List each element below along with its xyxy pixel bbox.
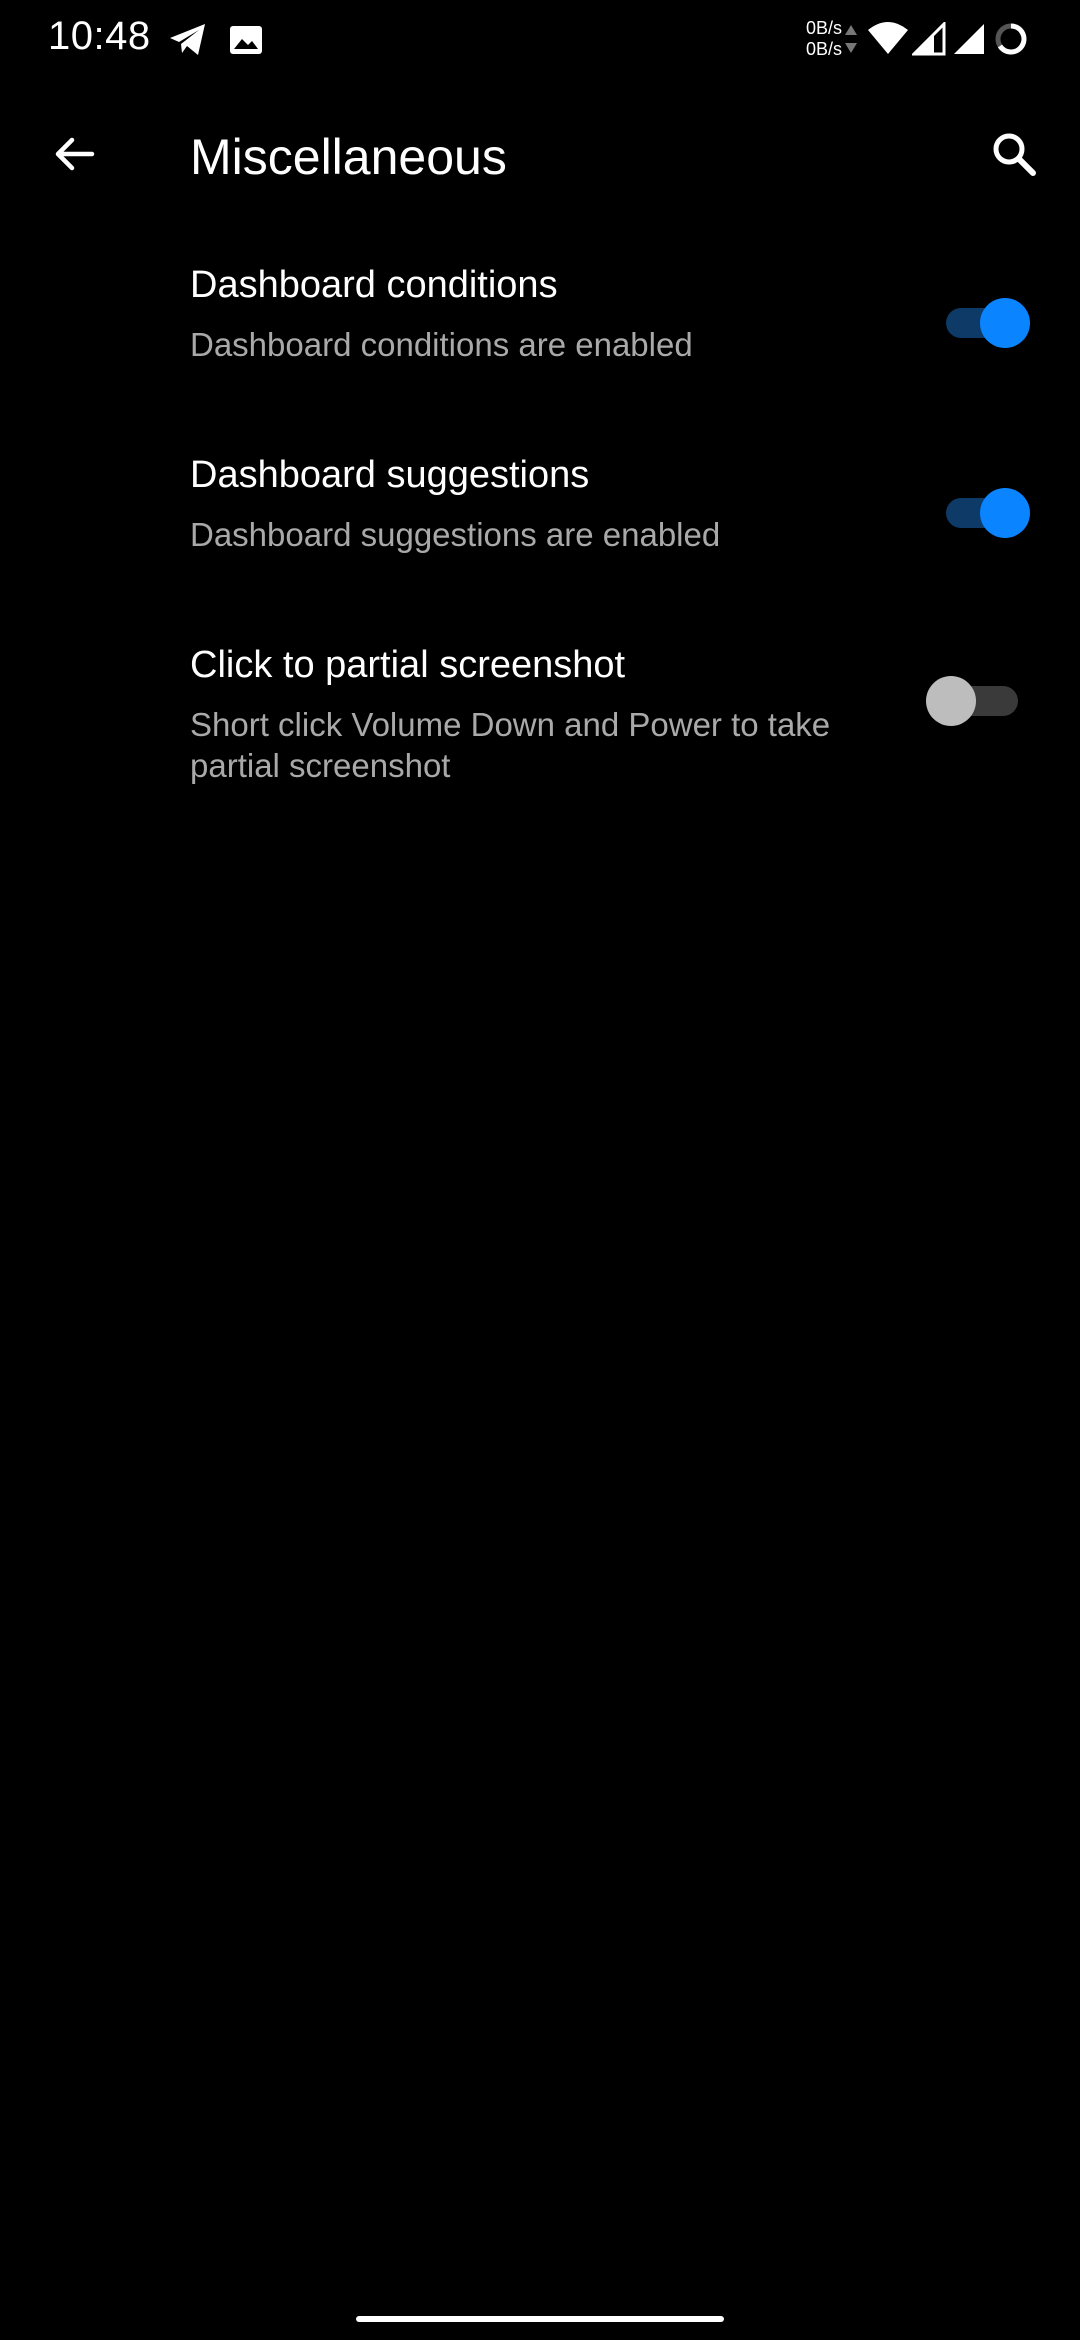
dashboard-suggestions-switch[interactable] <box>924 482 1032 542</box>
setting-summary: Dashboard suggestions are enabled <box>190 516 721 553</box>
switch-thumb <box>980 488 1030 538</box>
setting-partial-screenshot[interactable]: Click to partial screenshot Short click … <box>0 630 1080 830</box>
data-activity-icon <box>842 22 860 56</box>
settings-list: Dashboard conditions Dashboard condition… <box>0 250 1080 830</box>
telegram-icon <box>168 22 208 58</box>
dashboard-conditions-switch[interactable] <box>924 292 1032 352</box>
battery-icon <box>994 22 1028 56</box>
gesture-nav-handle[interactable] <box>356 2316 724 2322</box>
gallery-icon <box>228 24 268 60</box>
partial-screenshot-switch[interactable] <box>924 670 1032 730</box>
setting-dashboard-conditions[interactable]: Dashboard conditions Dashboard condition… <box>0 250 1080 440</box>
setting-summary: Dashboard conditions are enabled <box>190 326 693 363</box>
arrow-back-icon <box>50 130 98 183</box>
setting-dashboard-suggestions[interactable]: Dashboard suggestions Dashboard suggesti… <box>0 440 1080 630</box>
wifi-icon <box>866 20 910 56</box>
network-speed-up: 0B/s <box>805 18 842 38</box>
setting-title: Dashboard suggestions <box>190 454 590 496</box>
status-time: 10:48 <box>48 14 151 58</box>
app-bar: Miscellaneous <box>0 100 1080 212</box>
signal-icon <box>952 22 986 56</box>
switch-thumb <box>980 298 1030 348</box>
search-icon <box>989 129 1039 184</box>
page-title: Miscellaneous <box>190 129 507 185</box>
setting-summary: Short click Volume Down and Power to tak… <box>190 706 831 784</box>
setting-title: Dashboard conditions <box>190 264 558 306</box>
network-speed-down: 0B/s <box>805 39 842 59</box>
status-bar: 10:48 0B/s 0B/s <box>0 0 1080 80</box>
search-button[interactable] <box>978 120 1050 192</box>
network-speed: 0B/s 0B/s <box>786 18 842 60</box>
signal-icon <box>910 20 946 56</box>
switch-thumb <box>926 676 976 726</box>
back-button[interactable] <box>38 120 110 192</box>
setting-title: Click to partial screenshot <box>190 644 626 686</box>
